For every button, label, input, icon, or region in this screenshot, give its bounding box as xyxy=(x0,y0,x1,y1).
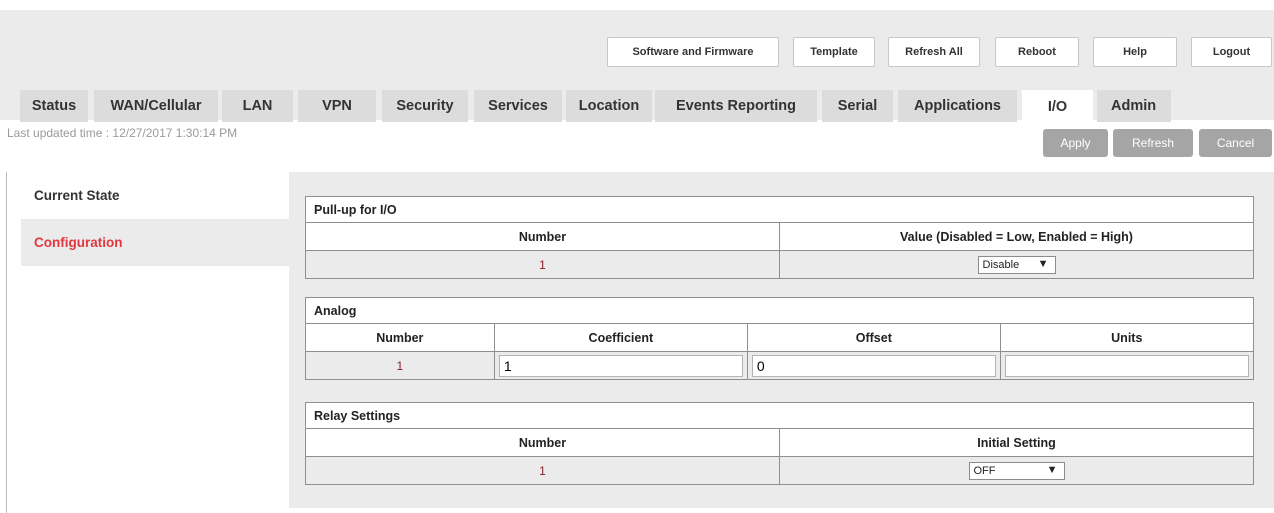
last-updated-text: Last updated time : 12/27/2017 1:30:14 P… xyxy=(7,126,238,140)
sidebar-item-current-state[interactable]: Current State xyxy=(21,172,289,219)
relay-section: Relay Settings Number Initial Setting 1 … xyxy=(305,402,1254,485)
col-number: Number xyxy=(306,324,494,351)
software-firmware-button[interactable]: Software and Firmware xyxy=(607,37,779,67)
pullup-value-selected: Disable xyxy=(982,258,1020,271)
tab-applications[interactable]: Applications xyxy=(898,90,1017,122)
pullup-value-select[interactable]: Disable ▼ xyxy=(977,255,1056,274)
refresh-button[interactable]: Refresh xyxy=(1113,129,1193,157)
col-number: Number xyxy=(306,223,779,250)
sidebar-item-configuration[interactable]: Configuration xyxy=(21,219,289,266)
tab-location[interactable]: Location xyxy=(566,90,652,122)
header-bar: Software and Firmware Template Refresh A… xyxy=(0,10,1274,123)
initial-setting-selected: OFF xyxy=(973,464,996,477)
col-value: Value (Disabled = Low, Enabled = High) xyxy=(779,223,1253,250)
analog-title: Analog xyxy=(306,298,1253,324)
tab-services[interactable]: Services xyxy=(474,90,562,122)
tab-admin[interactable]: Admin xyxy=(1097,90,1171,122)
pullup-number: 1 xyxy=(539,257,546,272)
tab-status[interactable]: Status xyxy=(20,90,88,122)
cancel-button[interactable]: Cancel xyxy=(1199,129,1272,157)
help-button[interactable]: Help xyxy=(1093,37,1177,67)
relay-number: 1 xyxy=(539,463,546,478)
col-coefficient: Coefficient xyxy=(493,324,748,351)
tab-io[interactable]: I/O xyxy=(1022,90,1093,123)
logout-button[interactable]: Logout xyxy=(1191,37,1272,67)
refresh-all-button[interactable]: Refresh All xyxy=(888,37,980,67)
tab-events-reporting[interactable]: Events Reporting xyxy=(655,90,817,122)
table-header-row: Number Initial Setting xyxy=(306,429,1253,456)
left-divider xyxy=(6,172,7,513)
dropdown-arrow-icon: ▼ xyxy=(1046,463,1058,476)
sidebar: Current State Configuration xyxy=(21,172,289,266)
analog-number: 1 xyxy=(396,358,404,373)
tab-serial[interactable]: Serial xyxy=(822,90,893,122)
units-input[interactable] xyxy=(1004,354,1249,377)
col-units: Units xyxy=(999,324,1254,351)
apply-button[interactable]: Apply xyxy=(1043,129,1108,157)
coefficient-input[interactable] xyxy=(498,354,743,377)
dropdown-arrow-icon: ▼ xyxy=(1037,257,1049,270)
pullup-title: Pull-up for I/O xyxy=(306,197,1253,223)
table-row: 1 xyxy=(306,351,1254,379)
col-offset: Offset xyxy=(747,324,1000,351)
analog-section: Analog Number Coefficient Offset Units 1 xyxy=(305,297,1254,380)
tab-security[interactable]: Security xyxy=(382,90,468,122)
table-row: 1 Disable ▼ xyxy=(306,250,1253,278)
table-header-row: Number Value (Disabled = Low, Enabled = … xyxy=(306,223,1253,250)
tab-vpn[interactable]: VPN xyxy=(298,90,376,122)
initial-setting-select[interactable]: OFF ▼ xyxy=(968,461,1065,480)
table-row: 1 OFF ▼ xyxy=(306,456,1253,484)
configuration-panel: Pull-up for I/O Number Value (Disabled =… xyxy=(289,172,1274,508)
offset-input[interactable] xyxy=(751,354,996,377)
main-nav-tabs: Status WAN/Cellular LAN VPN Security Ser… xyxy=(0,90,1274,123)
top-toolbar: Software and Firmware Template Refresh A… xyxy=(0,37,1274,67)
tab-wan-cellular[interactable]: WAN/Cellular xyxy=(94,90,218,122)
relay-title: Relay Settings xyxy=(306,403,1253,429)
pullup-section: Pull-up for I/O Number Value (Disabled =… xyxy=(305,196,1254,279)
table-header-row: Number Coefficient Offset Units xyxy=(306,324,1254,351)
col-number: Number xyxy=(306,429,779,456)
reboot-button[interactable]: Reboot xyxy=(995,37,1079,67)
tab-lan[interactable]: LAN xyxy=(222,90,293,122)
template-button[interactable]: Template xyxy=(793,37,875,67)
col-initial-setting: Initial Setting xyxy=(779,429,1253,456)
